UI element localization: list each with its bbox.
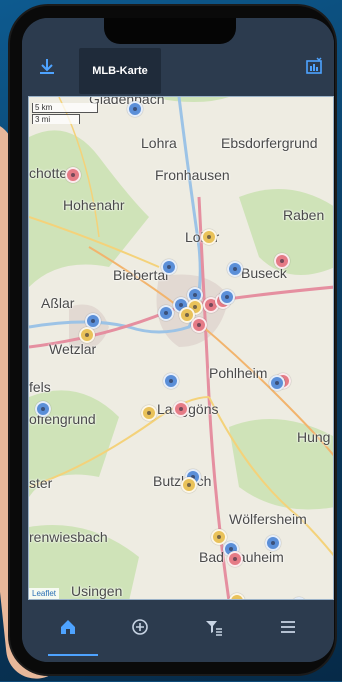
place-label: Ebsdorfergrund <box>221 135 318 151</box>
map-marker-blue[interactable] <box>163 373 179 389</box>
place-label: ster <box>29 475 53 491</box>
map-marker-blue[interactable] <box>219 289 235 305</box>
place-label: renwiesbach <box>29 529 108 545</box>
phone-notch <box>104 18 236 44</box>
place-label: Raben <box>283 207 325 223</box>
menu-icon[interactable] <box>268 614 308 640</box>
map-view[interactable]: Gladenbach Lohra Ebsdorfergrund chotten … <box>28 96 334 600</box>
place-label: Hung <box>297 429 331 445</box>
scale-mi: 3 mi <box>32 114 80 124</box>
add-circle-icon[interactable] <box>120 614 160 640</box>
map-marker-red[interactable] <box>274 253 290 269</box>
map-attribution[interactable]: Leaflet <box>29 588 60 599</box>
map-marker-blue[interactable] <box>127 101 143 117</box>
place-label: Lohra <box>141 135 177 151</box>
map-marker-blue[interactable] <box>35 401 51 417</box>
app-screen: MLB-Karte Gladenbach Lohra Ebsdorfergrun… <box>22 18 334 662</box>
map-marker-red[interactable] <box>191 317 207 333</box>
map-marker-yellow[interactable] <box>79 327 95 343</box>
map-scale: 5 km 3 mi <box>32 103 98 124</box>
scale-km: 5 km <box>32 103 98 113</box>
map-marker-blue[interactable] <box>161 259 177 275</box>
place-label: Fronhausen <box>155 167 230 183</box>
place-label: Aßlar <box>41 295 75 311</box>
place-label: Hohenahr <box>63 197 125 213</box>
active-tab-indicator <box>48 654 98 656</box>
place-label: Biebertal <box>113 267 169 283</box>
filter-icon[interactable] <box>194 614 234 640</box>
chart-icon[interactable] <box>304 56 324 76</box>
place-label: Usingen <box>71 583 123 599</box>
home-icon[interactable] <box>48 614 88 640</box>
map-marker-red[interactable] <box>65 167 81 183</box>
download-icon[interactable] <box>36 56 58 78</box>
place-label: Wetzlar <box>49 341 97 357</box>
map-marker-blue[interactable] <box>269 375 285 391</box>
map-marker-red[interactable] <box>173 401 189 417</box>
place-label: fels <box>29 379 51 395</box>
app-title: MLB-Karte <box>79 48 161 94</box>
place-label: Wölfersheim <box>229 511 307 527</box>
bottom-nav <box>22 600 334 662</box>
map-marker-blue[interactable] <box>265 535 281 551</box>
map-marker-blue[interactable] <box>227 261 243 277</box>
map-marker-red[interactable] <box>227 551 243 567</box>
place-label: Pohlheim <box>209 365 268 381</box>
map-marker-yellow[interactable] <box>141 405 157 421</box>
map-marker-yellow[interactable] <box>201 229 217 245</box>
map-marker-blue[interactable] <box>158 305 174 321</box>
map-marker-yellow[interactable] <box>181 477 197 493</box>
